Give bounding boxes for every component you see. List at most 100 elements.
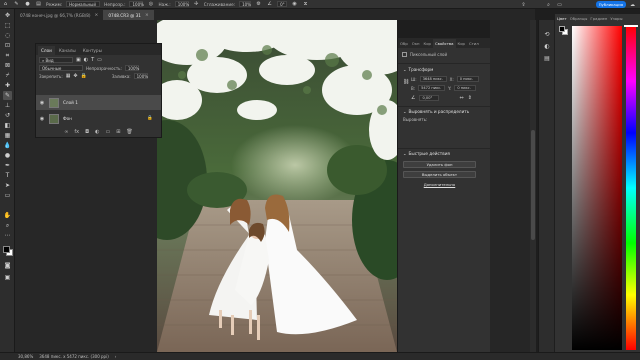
home-icon[interactable]: ⌂ <box>2 1 9 7</box>
angle-field[interactable]: 0,00° <box>419 95 440 101</box>
tab-okn[interactable]: Окн <box>410 39 422 48</box>
workspace-icon[interactable]: ▭ <box>556 1 563 8</box>
search-icon[interactable]: ⌕ <box>545 1 552 8</box>
group-icon[interactable]: ▭ <box>105 129 110 135</box>
mask-icon[interactable]: ◘ <box>85 129 89 135</box>
trash-icon[interactable]: 🗑 <box>126 129 132 135</box>
zoom-tool-icon[interactable]: ⌕ <box>3 221 12 230</box>
libraries-icon[interactable]: ▤ <box>543 54 551 62</box>
hand-tool-icon[interactable]: ✋ <box>3 211 12 220</box>
foreground-color-chip[interactable] <box>559 26 565 32</box>
brush-tool-icon[interactable]: ✎ <box>3 91 12 100</box>
tab-color[interactable]: Цвет <box>557 16 567 21</box>
more-link[interactable]: Дополнительно <box>403 182 476 187</box>
screen-mode-icon[interactable]: ▣ <box>3 273 12 282</box>
align-header[interactable]: ⌄ Выровнять и распределить <box>398 109 469 114</box>
close-icon[interactable]: × <box>145 13 149 18</box>
object-select-icon[interactable]: ⊡ <box>3 41 12 50</box>
layer-row[interactable]: ◉ Слой 1 <box>36 95 161 110</box>
pressure-size-icon[interactable]: ◉ <box>291 1 298 7</box>
filter-pixel-icon[interactable]: ▣ <box>76 57 81 63</box>
tab-obr[interactable]: Обр <box>398 39 410 48</box>
document-tab[interactable]: 0748 конеч.jpg @ 66,7% (RGB/8) × <box>15 10 103 20</box>
link-icon[interactable]: ∞ <box>64 129 68 135</box>
filter-adjust-icon[interactable]: ◐ <box>84 57 88 63</box>
angle-icon[interactable]: ∠ <box>266 1 273 7</box>
remove-background-button[interactable]: Удалить фон <box>403 161 476 168</box>
tab-styles[interactable]: Стил <box>467 39 481 48</box>
blur-tool-icon[interactable]: 💧 <box>3 141 12 150</box>
frame-tool-icon[interactable]: ⊠ <box>3 61 12 70</box>
pressure-opacity-icon[interactable]: ◎ <box>147 1 154 7</box>
filter-type-icon[interactable]: T <box>91 57 94 63</box>
flow-field[interactable]: 100% <box>174 1 189 7</box>
transform-header[interactable]: ⌄ Трансформ <box>398 67 433 72</box>
crop-tool-icon[interactable]: ⌗ <box>3 51 12 60</box>
tab-properties[interactable]: Свойства <box>432 39 456 48</box>
brush-preset-icon[interactable]: ● <box>24 1 31 7</box>
marquee-tool-icon[interactable]: ⬚ <box>3 21 12 30</box>
lasso-tool-icon[interactable]: ◌ <box>3 31 12 40</box>
cloud-icon[interactable]: ☁ <box>629 1 636 8</box>
airbrush-icon[interactable]: ✢ <box>193 1 200 7</box>
height-field[interactable]: 5472 пикс. <box>418 85 446 91</box>
hue-slider[interactable] <box>626 26 636 350</box>
tab-gradients[interactable]: Градиен <box>590 16 607 21</box>
symmetry-icon[interactable]: ⧖ <box>302 1 309 7</box>
eyedropper-tool-icon[interactable]: ⌿ <box>3 71 12 80</box>
history-brush-icon[interactable]: ↺ <box>3 111 12 120</box>
path-select-icon[interactable]: ➤ <box>3 181 12 190</box>
quick-mask-icon[interactable]: ◙ <box>3 261 12 270</box>
tab-kor[interactable]: Кор <box>422 39 433 48</box>
visibility-eye-icon[interactable]: ◉ <box>39 100 45 106</box>
select-subject-button[interactable]: Выделить объект <box>403 171 476 178</box>
fx-icon[interactable]: fx <box>74 129 79 135</box>
mode-dropdown[interactable]: Нормальный <box>66 1 101 7</box>
smoothing-field[interactable]: 10% <box>239 1 252 7</box>
share-icon[interactable]: ⇪ <box>520 1 527 8</box>
publish-button[interactable]: Публикация <box>595 1 626 8</box>
brush-tool-icon[interactable]: ✎ <box>13 1 20 7</box>
flip-horizontal-icon[interactable]: ⇔ <box>459 95 463 101</box>
tab-swatches[interactable]: Образцы <box>570 16 588 21</box>
dodge-tool-icon[interactable]: ● <box>3 151 12 160</box>
eraser-tool-icon[interactable]: ◧ <box>3 121 12 130</box>
lock-pixels-icon[interactable]: ▦ <box>66 73 71 79</box>
y-field[interactable]: 0 пикс. <box>454 85 477 91</box>
quick-actions-header[interactable]: ⌄ Быстрые действия <box>398 151 450 156</box>
adjustment-icon[interactable]: ◐ <box>95 129 99 135</box>
layer-filter-dropdown[interactable]: ⌕ Вид <box>39 57 73 63</box>
history-icon[interactable]: ⟲ <box>543 30 551 38</box>
stamp-tool-icon[interactable]: ⊥ <box>3 101 12 110</box>
foreground-color-swatch[interactable] <box>3 246 10 253</box>
close-icon[interactable]: × <box>95 13 99 18</box>
width-field[interactable]: 3648 пикс. <box>419 76 447 82</box>
move-tool-icon[interactable]: ✥ <box>3 11 12 20</box>
type-tool-icon[interactable]: T <box>3 171 12 180</box>
layer-row[interactable]: ◉ Фон 🔒 <box>36 111 161 126</box>
opacity-field[interactable]: 100% <box>124 65 139 71</box>
tab-layers[interactable]: Слои <box>38 46 55 55</box>
pen-tool-icon[interactable]: ✒ <box>3 161 12 170</box>
angle-field[interactable]: 0° <box>277 1 288 7</box>
blend-mode-dropdown[interactable]: Обычные <box>39 65 83 71</box>
filter-shape-icon[interactable]: ▭ <box>97 57 102 63</box>
opacity-field[interactable]: 100% <box>129 1 144 7</box>
scrollbar-thumb[interactable] <box>531 130 535 240</box>
x-field[interactable]: 0 пикс. <box>456 76 479 82</box>
chevron-right-icon[interactable]: › <box>115 354 117 359</box>
tab-patterns[interactable]: Узоры <box>610 16 622 21</box>
gradient-tool-icon[interactable]: ▦ <box>3 131 12 140</box>
lock-icon[interactable]: 🔒 <box>81 73 87 79</box>
healing-tool-icon[interactable]: ✚ <box>3 81 12 90</box>
brush-settings-icon[interactable]: ▤ <box>35 1 42 7</box>
zoom-level[interactable]: 30,86% <box>18 354 33 359</box>
lock-move-icon[interactable]: ✥ <box>73 73 77 79</box>
tab-paths[interactable]: Контуры <box>80 46 105 55</box>
hue-slider-handle[interactable] <box>624 25 638 27</box>
tab-channels[interactable]: Каналы <box>56 46 79 55</box>
more-tools-icon[interactable]: ⋯ <box>3 231 12 240</box>
flip-vertical-icon[interactable]: ⇕ <box>468 95 472 101</box>
shape-tool-icon[interactable]: ▭ <box>3 191 12 200</box>
link-dimensions-icon[interactable]: ⛓ <box>403 79 409 85</box>
